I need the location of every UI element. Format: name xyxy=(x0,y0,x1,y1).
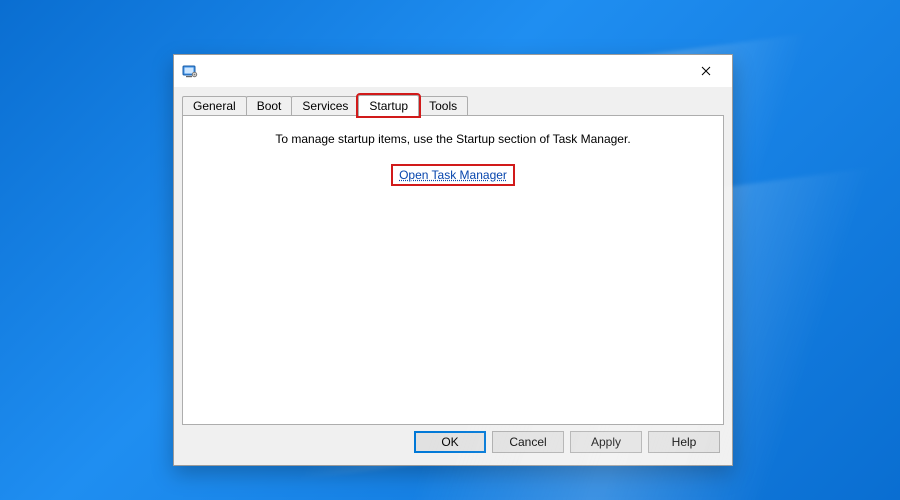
startup-info-text: To manage startup items, use the Startup… xyxy=(275,132,630,146)
startup-tab-pane: To manage startup items, use the Startup… xyxy=(182,115,724,425)
msconfig-window: General Boot Services Startup Tools To m… xyxy=(173,54,733,466)
ok-button[interactable]: OK xyxy=(414,431,486,453)
apply-button[interactable]: Apply xyxy=(570,431,642,453)
tab-general[interactable]: General xyxy=(182,96,247,115)
tab-services[interactable]: Services xyxy=(291,96,359,115)
cancel-button[interactable]: Cancel xyxy=(492,431,564,453)
open-task-manager-link[interactable]: Open Task Manager xyxy=(399,168,507,182)
tab-strip: General Boot Services Startup Tools xyxy=(182,93,724,115)
app-icon xyxy=(182,63,198,79)
help-button[interactable]: Help xyxy=(648,431,720,453)
titlebar[interactable] xyxy=(174,55,732,87)
window-close-button[interactable] xyxy=(688,57,724,85)
button-bar: OK Cancel Apply Help xyxy=(182,425,724,465)
tab-tools[interactable]: Tools xyxy=(418,96,468,115)
tab-startup[interactable]: Startup xyxy=(358,95,419,116)
desktop-wallpaper: General Boot Services Startup Tools To m… xyxy=(0,0,900,500)
open-task-manager-highlight: Open Task Manager xyxy=(391,164,515,186)
tab-boot[interactable]: Boot xyxy=(246,96,293,115)
client-area: General Boot Services Startup Tools To m… xyxy=(174,87,732,465)
